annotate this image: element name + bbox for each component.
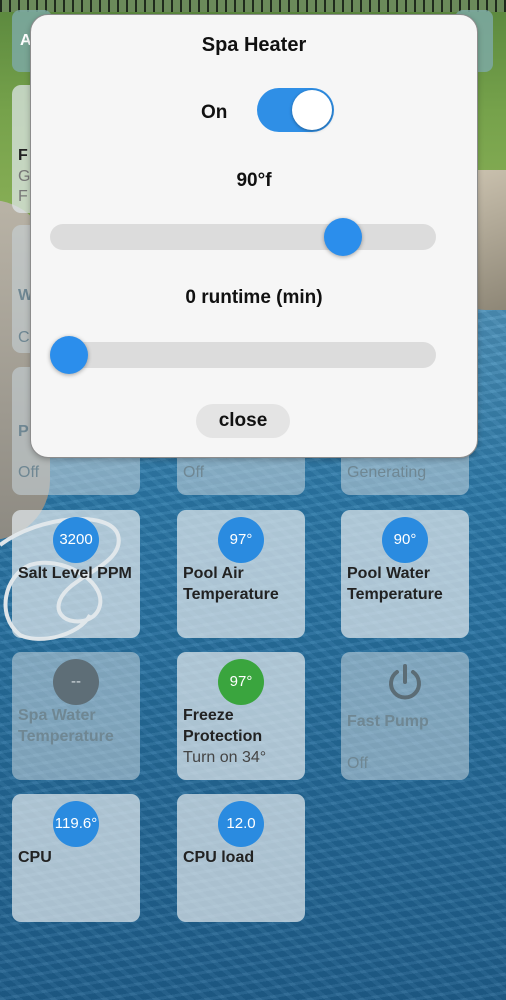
tile-salt-level[interactable]: 3200 Salt Level PPM [12, 510, 140, 638]
fast-pump-state: Off [347, 755, 369, 772]
tile-freeze-protection[interactable]: 97° Freeze Protection Turn on 34° [177, 652, 305, 780]
dialog-title: Spa Heater [201, 34, 307, 56]
runtime-label: 0 runtime (min) [185, 287, 323, 308]
tile-pool-air-temperature[interactable]: 97° Pool Air Temperature [177, 510, 305, 638]
spa-heater-dialog: Spa Heater On 90°f 0 runtime (min) close [30, 14, 478, 458]
pool-air-temp-badge: 97° [218, 517, 264, 563]
freeze-protection-label: Freeze Protection [183, 707, 263, 745]
temperature-slider[interactable] [50, 218, 436, 256]
power-icon [389, 664, 421, 700]
temperature-slider-thumb[interactable] [324, 218, 363, 256]
salt-level-badge: 3200 [53, 517, 99, 563]
tile-partial-2-sub: C [18, 329, 30, 346]
freeze-protection-sub: Turn on 34° [183, 749, 267, 766]
close-button[interactable]: close [196, 404, 290, 438]
pool-air-temp-label: Pool Air Temperature [183, 565, 279, 603]
pool-water-temp-badge: 90° [382, 517, 428, 563]
heater-toggle[interactable] [257, 88, 334, 132]
fast-pump-label: Fast Pump [347, 713, 429, 730]
freeze-protection-badge: 97° [218, 659, 264, 705]
spa-water-temp-badge: -- [53, 659, 99, 705]
tile-cpu-load[interactable]: 12.0 CPU load [177, 794, 305, 922]
pool-water-temp-label: Pool Water Temperature [347, 565, 443, 603]
tile-cpu[interactable]: 119.6° CPU [12, 794, 140, 922]
salt-level-label: Salt Level PPM [18, 565, 132, 582]
tile-partial-1-sub1: G [18, 168, 31, 185]
tile-partial-3-right-state: Generating [347, 464, 427, 481]
fence [0, 0, 506, 12]
cpu-label: CPU [18, 849, 52, 866]
cpu-badge: 119.6° [53, 801, 99, 847]
tile-spa-water-temperature[interactable]: -- Spa Water Temperature [12, 652, 140, 780]
tile-partial-1-sub2: F [18, 188, 28, 205]
tile-fast-pump[interactable]: Fast Pump Off [341, 652, 469, 780]
cpu-load-badge: 12.0 [218, 801, 264, 847]
runtime-slider-thumb[interactable] [50, 336, 89, 374]
tile-partial-3-left-state: Off [18, 464, 40, 481]
tile-partial-3-middle-state: Off [183, 464, 205, 481]
toggle-knob[interactable] [292, 90, 332, 130]
spa-water-temp-label: Spa Water Temperature [18, 707, 114, 745]
temperature-label: 90°f [236, 170, 272, 191]
toggle-label: On [201, 102, 228, 123]
tile-pool-water-temperature[interactable]: 90° Pool Water Temperature [341, 510, 469, 638]
runtime-slider[interactable] [50, 336, 436, 374]
cpu-load-label: CPU load [183, 849, 255, 866]
